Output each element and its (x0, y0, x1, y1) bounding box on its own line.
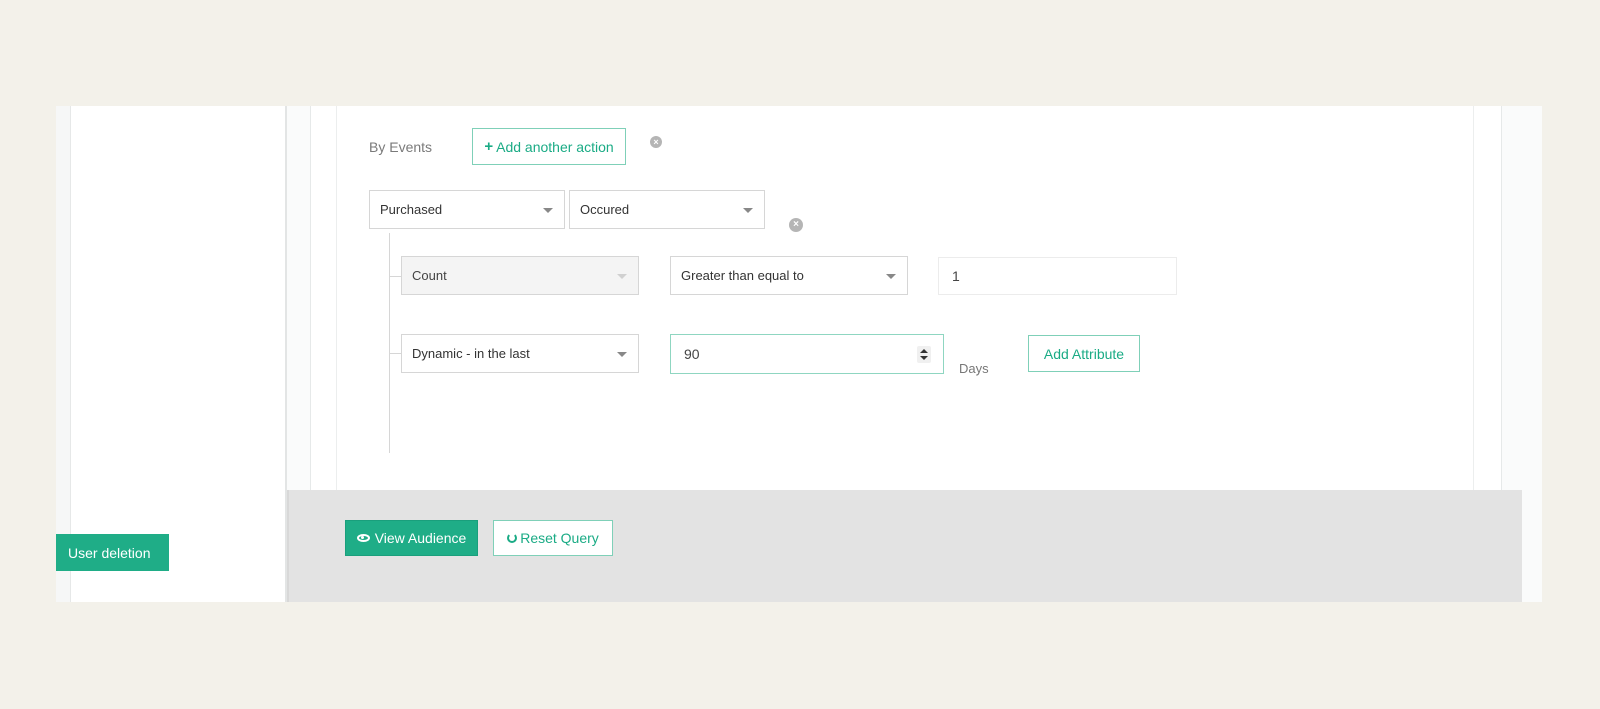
metric-select: Count (401, 256, 639, 295)
remove-rule-icon[interactable]: × (789, 218, 803, 232)
user-deletion-button[interactable]: User deletion (56, 534, 169, 571)
view-audience-button[interactable]: View Audience (345, 520, 478, 556)
add-attribute-label: Add Attribute (1043, 345, 1125, 362)
event-select[interactable]: Purchased (369, 190, 565, 229)
count-value-text: 1 (952, 268, 960, 284)
operator-select[interactable]: Greater than equal to (670, 256, 908, 295)
metric-select-value: Count (412, 268, 447, 283)
eye-icon (356, 534, 370, 542)
time-range-select-value: Dynamic - in the last (412, 346, 530, 361)
by-events-label: By Events (369, 139, 433, 155)
reset-query-button[interactable]: Reset Query (493, 520, 613, 556)
tree-branch (389, 353, 401, 354)
app-frame: By Events + Add another action × Purchas… (56, 106, 1542, 602)
tree-branch (389, 276, 401, 277)
caret-down-icon (617, 273, 627, 279)
days-label: Days (959, 361, 989, 376)
tree-connector (389, 233, 390, 453)
view-audience-label: View Audience (374, 530, 467, 546)
plus-icon: + (484, 138, 494, 155)
sidebar (71, 106, 287, 602)
occurrence-select[interactable]: Occured (569, 190, 765, 229)
days-number-text: 90 (684, 346, 700, 362)
occurrence-select-value: Occured (580, 202, 630, 217)
time-range-select[interactable]: Dynamic - in the last (401, 334, 639, 373)
caret-down-icon (617, 351, 627, 357)
caret-down-icon (743, 207, 753, 213)
add-another-action-label: Add another action (496, 138, 614, 155)
count-value-input[interactable]: 1 (938, 257, 1177, 295)
event-select-value: Purchased (380, 202, 443, 217)
spinner-up-icon[interactable] (920, 349, 928, 353)
caret-down-icon (543, 207, 553, 213)
add-another-action-button[interactable]: + Add another action (472, 128, 626, 165)
remove-action-icon[interactable]: × (650, 136, 662, 148)
spinner-down-icon[interactable] (920, 356, 928, 360)
left-edge-strip (56, 106, 71, 602)
number-spinner[interactable] (917, 346, 931, 363)
refresh-icon (507, 533, 518, 543)
user-deletion-label: User deletion (68, 544, 151, 561)
operator-select-value: Greater than equal to (681, 268, 804, 283)
reset-query-label: Reset Query (520, 530, 599, 546)
days-number-input[interactable]: 90 (670, 334, 944, 374)
caret-down-icon (886, 273, 896, 279)
add-attribute-button[interactable]: Add Attribute (1028, 335, 1140, 372)
